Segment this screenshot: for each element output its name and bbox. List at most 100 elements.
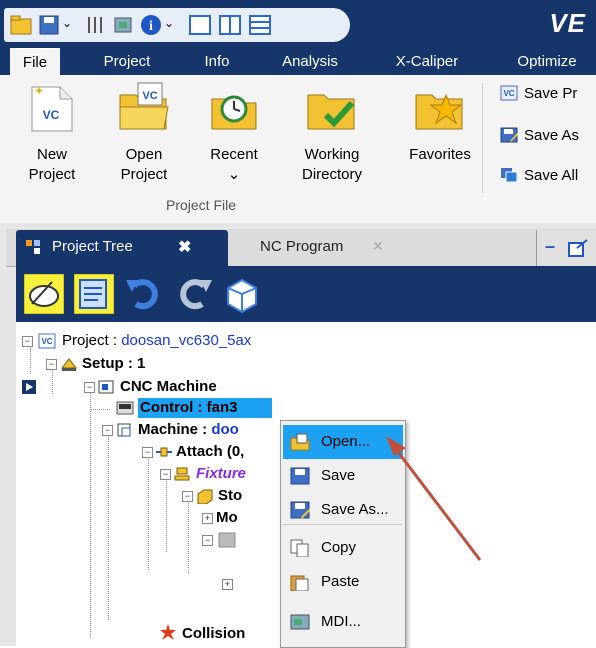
save-project-button[interactable]: VC Save Pr [500, 83, 577, 105]
tree-node-stock[interactable]: Sto [218, 486, 242, 506]
dropdown-arrow-icon[interactable]: ⌄ [62, 16, 72, 30]
recent-button[interactable]: Recent ⌄ [202, 81, 266, 185]
new-project-button[interactable]: VC ✦ New Project [20, 81, 84, 185]
context-menu-paste[interactable]: Paste [283, 565, 403, 599]
ribbon-group-label: Project File [165, 197, 237, 213]
tab-file[interactable]: File [10, 48, 60, 76]
save-as-icon [290, 501, 310, 519]
working-directory-button[interactable]: Working Directory [292, 81, 372, 185]
svg-text:VC: VC [43, 108, 60, 122]
fixture-icon [174, 467, 190, 481]
save-all-label: Save All [524, 167, 579, 184]
tree-node-control[interactable]: Control : fan3 [138, 398, 272, 418]
expand-toggle[interactable]: + [222, 579, 233, 590]
nc-program-tab-label: NC Program [260, 238, 344, 255]
component-icon [218, 532, 236, 548]
new-project-label-1: New [36, 146, 67, 163]
quick-access-toolbar: ⌄ i ⌄ [4, 8, 350, 42]
collapse-toggle[interactable]: − [182, 491, 193, 502]
tree-node-project[interactable]: Project : doosan_vc630_5ax [62, 331, 251, 351]
configure-icon[interactable] [74, 274, 114, 314]
tab-info[interactable]: Info [192, 48, 242, 75]
tab-project-tree[interactable]: Project Tree ✖ [16, 230, 228, 266]
context-menu-mdi[interactable]: MDI... [283, 605, 403, 639]
app-brand: VE [549, 8, 586, 38]
open-project-button[interactable]: VC Open Project [112, 81, 176, 185]
expand-toggle[interactable]: + [202, 513, 213, 524]
save-all-icon [501, 168, 518, 183]
working-directory-label-2: Directory [301, 166, 362, 183]
redo-icon[interactable] [174, 274, 214, 314]
split-horizontal-icon[interactable] [248, 14, 272, 36]
panel-controls: – [536, 230, 596, 266]
move-component-icon[interactable] [222, 274, 262, 314]
tab-optimize[interactable]: Optimize [502, 48, 592, 75]
ribbon: VC ✦ New Project VC Open Project Recent … [0, 75, 596, 224]
collapse-toggle[interactable]: − [102, 425, 113, 436]
dropdown-arrow-icon[interactable]: ⌄ [164, 16, 174, 30]
project-tree-tab-label: Project Tree [52, 238, 133, 255]
tree-node-fixture[interactable]: Fixture [196, 464, 246, 484]
info-icon[interactable]: i [140, 14, 162, 36]
close-icon[interactable]: ✖ [178, 237, 191, 257]
open-project-icon: VC [119, 82, 169, 130]
tree-node-setup[interactable]: Setup : 1 [82, 354, 145, 374]
svg-text:i: i [149, 19, 153, 34]
collapse-toggle[interactable]: − [142, 447, 153, 458]
control-icon [116, 401, 134, 415]
save-icon[interactable] [38, 14, 60, 36]
svg-text:VC: VC [503, 89, 514, 98]
tree-node-attach[interactable]: Attach (0, [176, 442, 244, 462]
machine-icon [117, 423, 131, 437]
machine-icon[interactable] [112, 14, 134, 36]
project-name: doosan_vc630_5ax [121, 332, 252, 349]
open-project-label-1: Open [125, 146, 163, 163]
svg-text:VC: VC [41, 337, 52, 346]
cnc-machine-icon [98, 380, 114, 394]
collapse-toggle[interactable]: − [46, 359, 57, 370]
save-vc-icon: VC [500, 85, 518, 101]
copy-icon [290, 539, 309, 557]
tree-node-cnc-machine[interactable]: CNC Machine [120, 377, 217, 397]
setup-icon [60, 358, 78, 371]
ribbon-divider [482, 83, 483, 193]
maximize-icon[interactable] [567, 238, 589, 258]
save-as-button[interactable]: Save As [500, 125, 579, 147]
annotation-arrow [386, 436, 482, 561]
tab-project[interactable]: Project [92, 48, 162, 75]
tree-node-collision[interactable]: Collision [182, 624, 245, 644]
collapse-toggle[interactable]: − [22, 336, 33, 347]
folder-icon[interactable] [10, 14, 32, 36]
open-project-label-2: Project [120, 166, 168, 183]
attach-icon [156, 447, 172, 457]
single-view-icon[interactable] [188, 14, 212, 36]
collapse-toggle[interactable]: − [160, 469, 171, 480]
recent-folder-clock-icon [211, 95, 257, 130]
collision-icon [160, 624, 176, 640]
undo-icon[interactable] [124, 274, 164, 314]
menu-bar: File Project Info Analysis X-Caliper Opt… [0, 48, 596, 76]
svg-text:✦: ✦ [34, 84, 44, 98]
favorites-star-icon [415, 93, 463, 130]
save-icon [290, 467, 310, 485]
favorites-button[interactable]: Favorites [398, 81, 482, 165]
tab-x-caliper[interactable]: X-Caliper [380, 48, 474, 75]
tab-analysis[interactable]: Analysis [268, 48, 352, 75]
tree-node-model[interactable]: Mo [216, 508, 238, 528]
paste-icon [290, 575, 309, 591]
select-mode-icon[interactable] [24, 274, 64, 314]
mdi-icon [290, 614, 310, 630]
split-vertical-icon[interactable] [218, 14, 242, 36]
tools-icon[interactable] [84, 14, 106, 36]
save-all-button[interactable]: Save All [500, 165, 578, 187]
project-tree-toolbar [16, 266, 596, 322]
collapse-toggle[interactable]: − [84, 382, 95, 393]
new-project-icon: VC ✦ [31, 84, 73, 132]
svg-text:VC: VC [142, 90, 157, 102]
collapse-toggle[interactable]: − [202, 535, 213, 546]
minimize-icon[interactable]: – [545, 236, 555, 257]
project-vc-icon: VC [38, 333, 56, 349]
working-directory-icon [307, 94, 355, 130]
tab-nc-program[interactable]: NC Program ✕ [256, 234, 416, 264]
close-icon[interactable]: ✕ [372, 238, 384, 255]
